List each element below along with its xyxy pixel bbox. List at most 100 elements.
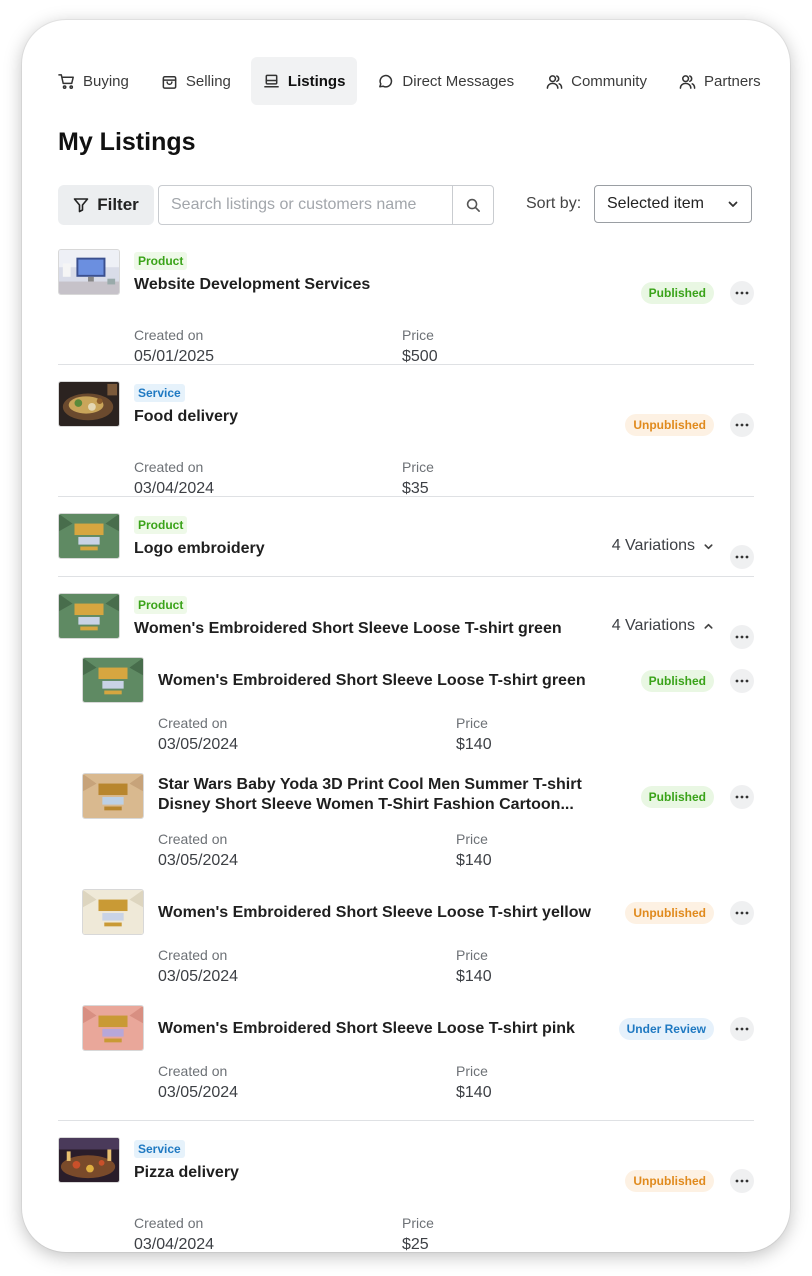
search-input[interactable] <box>159 187 452 223</box>
type-badge: Product <box>134 252 188 270</box>
type-badge: Product <box>134 596 188 614</box>
message-icon <box>379 74 393 88</box>
more-options-button[interactable] <box>730 901 754 925</box>
page-title: My Listings <box>58 128 196 156</box>
list-item[interactable]: Product Logo embroidery 4 Variations <box>58 513 754 577</box>
variation-title: Star Wars Baby Yoda 3D Print Cool Men Su… <box>158 776 582 813</box>
listing-title: Website Development Services <box>134 276 371 293</box>
variation-item[interactable]: Star Wars Baby Yoda 3D Print Cool Men Su… <box>82 773 754 883</box>
more-options-button[interactable] <box>730 1017 754 1041</box>
more-options-button[interactable] <box>730 785 754 809</box>
more-options-button[interactable] <box>730 413 754 437</box>
variation-item[interactable]: Women's Embroidered Short Sleeve Loose T… <box>82 1005 754 1115</box>
price-value: $140 <box>456 1084 492 1101</box>
variation-item[interactable]: Women's Embroidered Short Sleeve Loose T… <box>82 657 754 767</box>
more-icon <box>735 291 749 295</box>
tab-partners[interactable]: Partners <box>667 57 773 105</box>
listing-title: Women's Embroidered Short Sleeve Loose T… <box>134 620 562 637</box>
status-badge: Under Review <box>618 1018 714 1040</box>
search-icon <box>466 198 480 212</box>
sort-label: Sort by: <box>526 195 582 212</box>
status-badge: Unpublished <box>625 1170 714 1192</box>
filter-button[interactable]: Filter <box>58 185 154 225</box>
divider <box>58 364 754 365</box>
more-options-button[interactable] <box>730 545 754 569</box>
sort-select[interactable]: Selected item <box>594 185 752 223</box>
search-button[interactable] <box>452 186 493 224</box>
product-thumbnail <box>82 773 144 819</box>
more-options-button[interactable] <box>730 1169 754 1193</box>
created-date: 03/05/2024 <box>158 1084 239 1101</box>
more-icon <box>735 423 749 427</box>
created-label: Created on <box>134 327 204 343</box>
variation-item[interactable]: Women's Embroidered Short Sleeve Loose T… <box>82 889 754 999</box>
price-value: $140 <box>456 968 492 985</box>
created-label: Created on <box>158 715 228 731</box>
shopping-bag-icon <box>162 75 177 89</box>
tab-listings[interactable]: Listings <box>250 57 358 105</box>
tab-label: Selling <box>185 72 231 90</box>
tab-label: Buying <box>83 72 129 90</box>
list-item[interactable]: Service Food delivery Created on 03/04/2… <box>58 381 754 497</box>
created-label: Created on <box>158 831 228 847</box>
list-item[interactable]: Product Website Development Services Cre… <box>58 249 754 365</box>
listings-icon <box>264 74 279 87</box>
created-label: Created on <box>134 1215 204 1231</box>
users-icon <box>546 74 563 89</box>
listing-title: Food delivery <box>134 408 239 425</box>
product-thumbnail <box>82 657 144 703</box>
toolbar: Filter Sort by: Selected item <box>58 185 754 225</box>
created-label: Created on <box>158 1063 228 1079</box>
more-options-button[interactable] <box>730 669 754 693</box>
created-date: 03/05/2024 <box>158 968 239 985</box>
price-value: $25 <box>402 1236 429 1252</box>
more-icon <box>735 635 749 639</box>
created-label: Created on <box>134 459 204 475</box>
listing-title: Logo embroidery <box>134 540 265 557</box>
product-thumbnail <box>58 513 120 559</box>
variations-toggle[interactable]: 4 Variations <box>612 617 714 635</box>
chevron-up-icon <box>704 623 713 629</box>
status-badge: Published <box>640 282 714 304</box>
more-icon <box>735 1179 749 1183</box>
divider <box>58 1120 754 1121</box>
variations-toggle[interactable]: 4 Variations <box>612 537 714 555</box>
variations-count: 4 Variations <box>611 537 695 554</box>
created-date: 03/05/2024 <box>158 852 239 869</box>
status-badge: Published <box>640 786 714 808</box>
price-label: Price <box>456 831 488 847</box>
tab-community[interactable]: Community <box>534 57 659 105</box>
price-value: $140 <box>456 736 492 753</box>
type-badge: Product <box>134 516 188 534</box>
more-options-button[interactable] <box>730 281 754 305</box>
more-options-button[interactable] <box>730 625 754 649</box>
more-icon <box>735 1027 749 1031</box>
listing-title: Pizza delivery <box>134 1164 239 1181</box>
status-badge: Unpublished <box>625 414 714 436</box>
tab-direct-messages[interactable]: Direct Messages <box>365 57 526 105</box>
divider <box>58 576 754 577</box>
sort-value: Selected item <box>607 195 704 212</box>
created-date: 03/04/2024 <box>134 1236 215 1252</box>
created-date: 03/05/2024 <box>158 736 239 753</box>
filter-icon <box>73 198 89 213</box>
variation-title: Women's Embroidered Short Sleeve Loose T… <box>158 672 586 689</box>
product-thumbnail <box>58 249 120 295</box>
variation-title: Women's Embroidered Short Sleeve Loose T… <box>158 1020 575 1037</box>
more-icon <box>735 911 749 915</box>
filter-label: Filter <box>97 195 139 214</box>
tab-buying[interactable]: Buying <box>58 57 141 105</box>
users-icon <box>679 74 696 89</box>
divider <box>58 496 754 497</box>
tab-label: Partners <box>703 72 761 90</box>
more-icon <box>735 795 749 799</box>
tab-label: Community <box>571 72 647 90</box>
price-label: Price <box>456 947 488 963</box>
status-badge: Unpublished <box>625 902 714 924</box>
nav-tabs: Buying Selling Listings Direct Messages … <box>58 56 781 106</box>
variation-title: Women's Embroidered Short Sleeve Loose T… <box>158 904 591 921</box>
list-item[interactable]: Product Women's Embroidered Short Sleeve… <box>58 593 754 1123</box>
tab-selling[interactable]: Selling <box>149 57 243 105</box>
list-item[interactable]: Service Pizza delivery Created on 03/04/… <box>58 1137 754 1252</box>
product-thumbnail <box>82 1005 144 1051</box>
